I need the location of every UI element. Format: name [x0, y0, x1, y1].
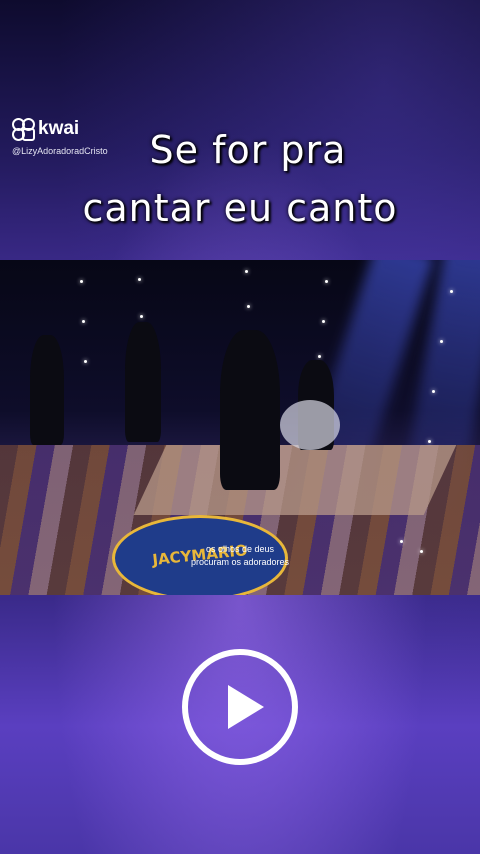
singer — [220, 330, 280, 490]
play-icon — [228, 685, 264, 729]
bass-player — [125, 322, 161, 442]
caption-line-2: cantar eu canto — [82, 186, 398, 230]
drum-kit — [280, 400, 340, 450]
keyboard-player — [30, 335, 64, 445]
stage-rug — [133, 445, 457, 515]
kwai-logo-icon — [12, 118, 35, 141]
play-button[interactable] — [182, 649, 298, 765]
video-frame[interactable]: JACYMARIO os olhos de deus procuram os a… — [0, 260, 480, 595]
caption-line-1: Se for pra — [149, 128, 347, 172]
video-subtitle: os olhos de deus procuram os adoradores — [190, 544, 290, 567]
kwai-brand: kwai — [38, 118, 80, 139]
